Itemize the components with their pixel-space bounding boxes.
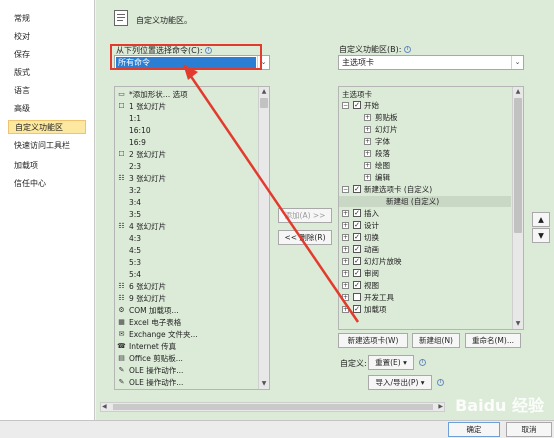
watermark: Baidu 经验: [455, 396, 544, 415]
annotation-arrow: [183, 64, 360, 323]
